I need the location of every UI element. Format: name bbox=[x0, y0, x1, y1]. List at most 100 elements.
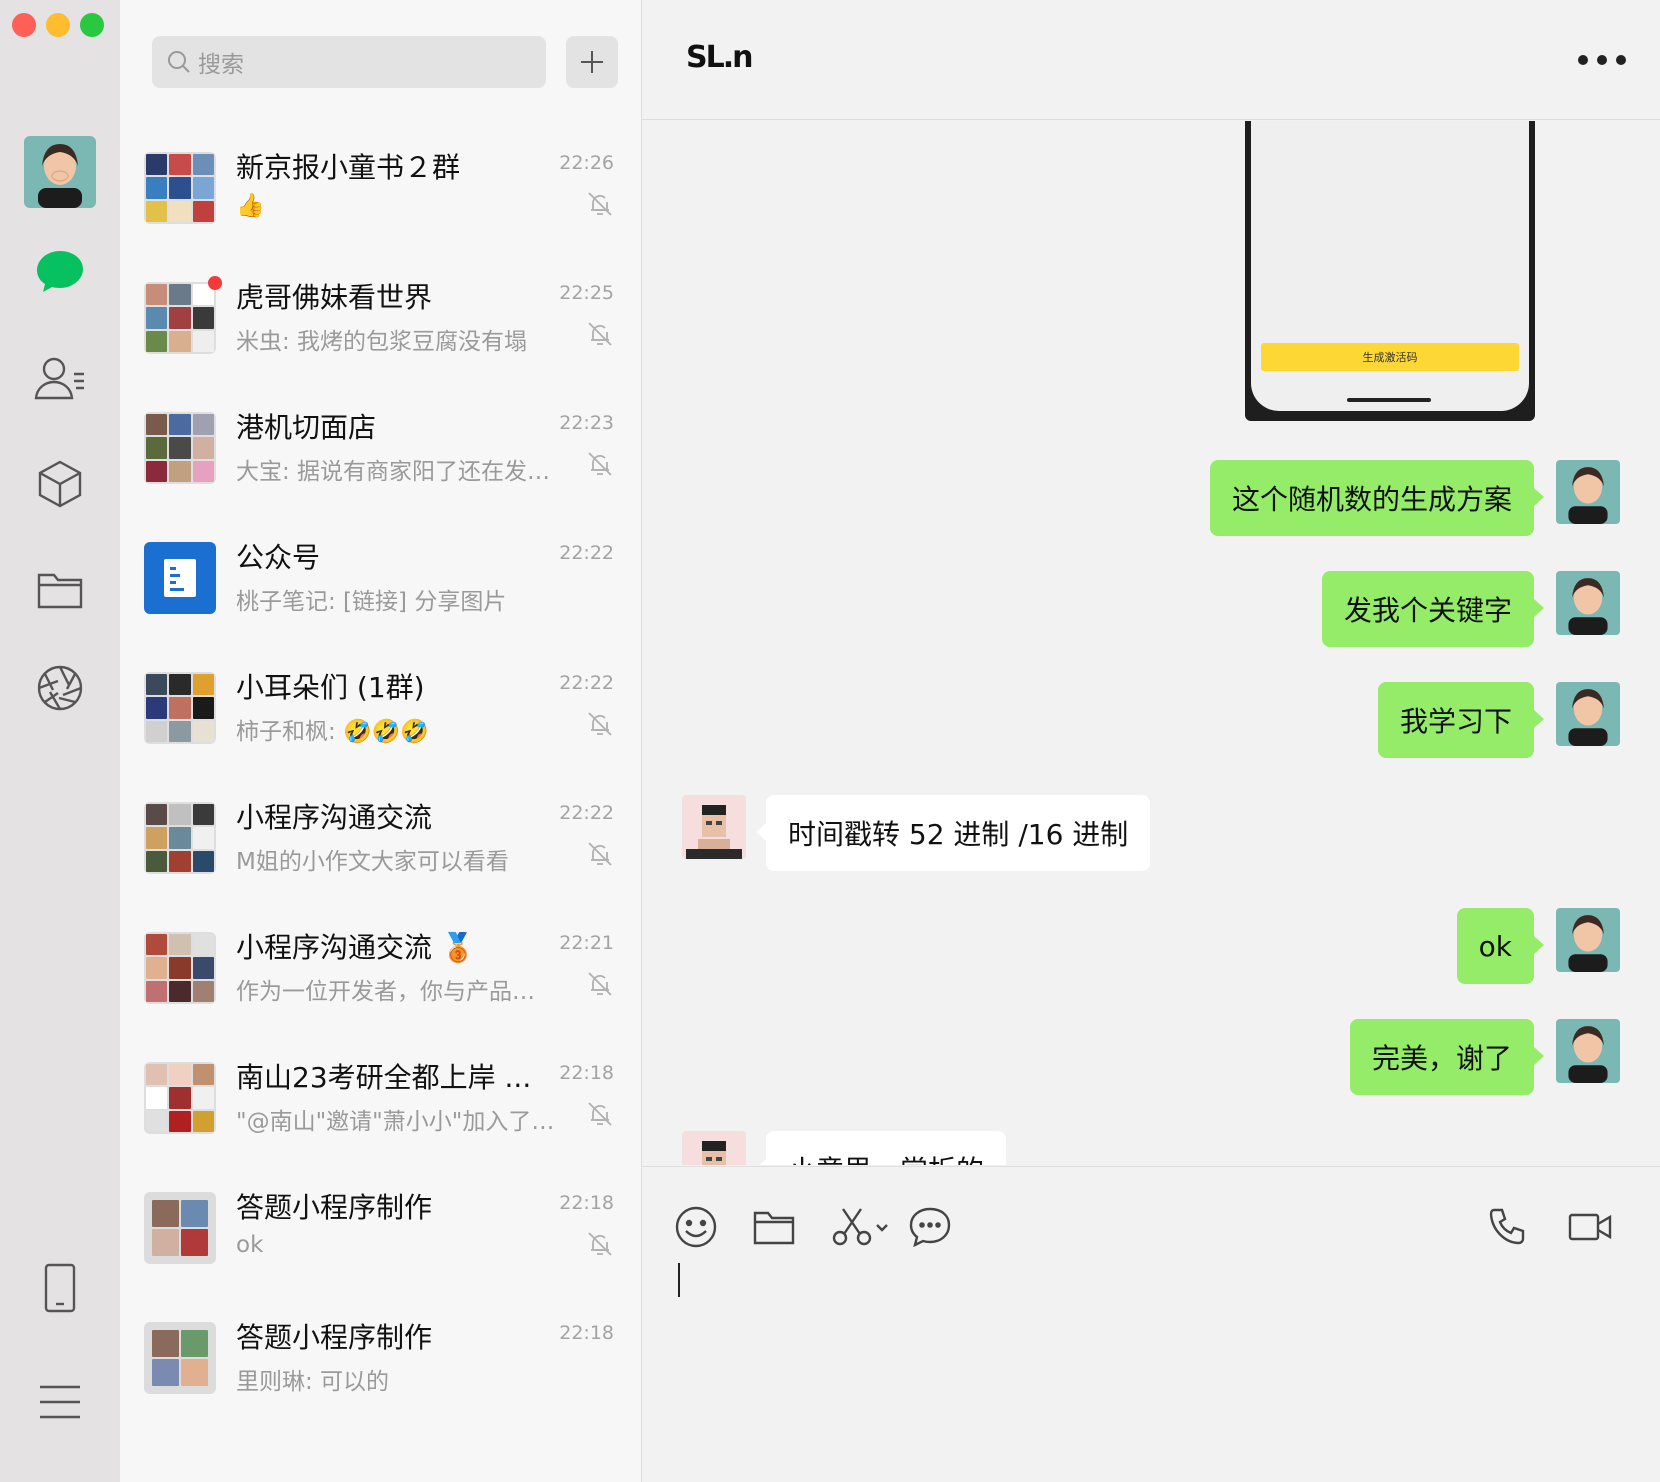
message-bubble[interactable]: 完美，谢了 bbox=[1349, 1019, 1545, 1095]
zoom-window-button[interactable] bbox=[80, 13, 104, 37]
message-row: 我学习下 bbox=[642, 682, 1660, 758]
group-avatar bbox=[144, 672, 216, 744]
chat-name: 小程序沟通交流 🥉 bbox=[236, 931, 476, 964]
close-window-button[interactable] bbox=[12, 13, 36, 37]
chat-time: 22:18 bbox=[559, 1062, 614, 1084]
chat-row[interactable]: 港机切面店 大宝: 据说有商家阳了还在发… 22:23 bbox=[120, 390, 641, 526]
chat-preview: 里则琳: 可以的 bbox=[236, 1369, 390, 1395]
phone-device-icon[interactable] bbox=[30, 1258, 90, 1318]
mute-bell-icon bbox=[588, 452, 612, 476]
chat-pane: SL.n 生成激活码 这个随机数的生成方案 发我个关键字 我学习下 时间戳转 5… bbox=[642, 0, 1660, 1482]
mute-bell-icon bbox=[588, 972, 612, 996]
menu-icon[interactable] bbox=[30, 1372, 90, 1432]
my-avatar[interactable] bbox=[24, 136, 96, 208]
screenshot-button[interactable] bbox=[830, 1203, 894, 1251]
chat-row[interactable]: 答题小程序制作 ok 22:18 bbox=[120, 1170, 641, 1306]
chat-name: 新京报小童书２群 bbox=[236, 151, 461, 184]
chat-preview: 柿子和枫: 🤣🤣🤣 bbox=[236, 719, 429, 745]
group-avatar bbox=[144, 802, 216, 874]
group-avatar bbox=[144, 1062, 216, 1134]
group-avatar bbox=[144, 1192, 216, 1264]
chat-row[interactable]: 新京报小童书２群 👍 22:26 bbox=[120, 130, 641, 266]
chat-row[interactable]: 小程序沟通交流 🥉 作为一位开发者，你与产品… 22:21 bbox=[120, 910, 641, 1046]
collections-tab-icon[interactable] bbox=[30, 454, 90, 514]
message-bubble[interactable]: 时间戳转 52 进制 /16 进制 bbox=[755, 795, 1151, 871]
unread-dot bbox=[208, 276, 222, 290]
chat-row[interactable]: 小耳朵们 (1群) 柿子和枫: 🤣🤣🤣 22:22 bbox=[120, 650, 641, 786]
message-bubble[interactable]: 这个随机数的生成方案 bbox=[1209, 460, 1545, 536]
mute-bell-icon bbox=[588, 842, 612, 866]
send-file-button[interactable] bbox=[750, 1203, 798, 1251]
text-input-caret[interactable] bbox=[678, 1263, 680, 1297]
chat-time: 22:18 bbox=[559, 1192, 614, 1214]
sender-avatar[interactable] bbox=[1556, 571, 1620, 635]
image-message[interactable]: 生成激活码 bbox=[1245, 121, 1535, 421]
sender-avatar[interactable] bbox=[682, 795, 746, 859]
voice-call-button[interactable] bbox=[1484, 1203, 1532, 1251]
chat-time: 22:25 bbox=[559, 282, 614, 304]
chat-name: 小程序沟通交流 bbox=[236, 801, 433, 834]
message-row: 小意思，常折的 bbox=[642, 1131, 1660, 1165]
message-bubble[interactable]: 我学习下 bbox=[1377, 682, 1545, 758]
minimize-window-button[interactable] bbox=[46, 13, 70, 37]
chat-row[interactable]: 公众号 桃子笔记: [链接] 分享图片 22:22 bbox=[120, 520, 641, 656]
emoji-button[interactable] bbox=[672, 1203, 720, 1251]
chat-row[interactable]: 答题小程序制作 里则琳: 可以的 22:18 bbox=[120, 1300, 641, 1436]
sender-avatar[interactable] bbox=[1556, 908, 1620, 972]
chat-row[interactable]: 虎哥佛妹看世界 米虫: 我烤的包浆豆腐没有塌 22:25 bbox=[120, 260, 641, 396]
message-bubble[interactable]: 发我个关键字 bbox=[1321, 571, 1545, 647]
message-composer bbox=[642, 1166, 1660, 1482]
chat-time: 22:22 bbox=[559, 542, 614, 564]
chat-title: SL.n bbox=[686, 40, 753, 75]
files-tab-icon[interactable] bbox=[30, 560, 90, 620]
mute-bell-icon bbox=[588, 1102, 612, 1126]
message-bubble[interactable]: ok bbox=[1456, 908, 1545, 984]
plus-icon bbox=[581, 51, 603, 73]
folder-icon bbox=[753, 1211, 795, 1245]
sender-avatar[interactable] bbox=[682, 1131, 746, 1165]
chat-row[interactable]: 小程序沟通交流 M姐的小作文大家可以看看 22:22 bbox=[120, 780, 641, 916]
group-avatar bbox=[144, 932, 216, 1004]
group-avatar bbox=[144, 1322, 216, 1394]
scissors-icon bbox=[832, 1208, 888, 1246]
chat-row[interactable]: 南山23考研全都上岸 ... "@南山"邀请"萧小小"加入了… 22:18 bbox=[120, 1040, 641, 1176]
nav-rail bbox=[0, 0, 120, 1482]
chat-name: 港机切面店 bbox=[236, 411, 377, 444]
chat-preview: M姐的小作文大家可以看看 bbox=[236, 849, 509, 875]
conversation-list: 搜索 新京报小童书２群 👍 22:26 虎哥佛妹看世界 米虫: 我烤的包浆豆腐没… bbox=[120, 0, 642, 1482]
search-input[interactable]: 搜索 bbox=[152, 36, 546, 88]
chat-bubble-icon bbox=[909, 1207, 951, 1247]
message-bubble[interactable]: 小意思，常折的 bbox=[755, 1131, 1007, 1165]
chat-name: 答题小程序制作 bbox=[236, 1191, 433, 1224]
sender-avatar[interactable] bbox=[1556, 460, 1620, 524]
chat-time: 22:22 bbox=[559, 672, 614, 694]
add-button[interactable] bbox=[566, 36, 618, 88]
chat-preview: "@南山"邀请"萧小小"加入了… bbox=[236, 1109, 555, 1135]
group-avatar bbox=[144, 152, 216, 224]
chat-time: 22:18 bbox=[559, 1322, 614, 1344]
contacts-tab-icon[interactable] bbox=[30, 348, 90, 408]
more-options-button[interactable] bbox=[1578, 48, 1626, 72]
moments-tab-icon[interactable] bbox=[30, 658, 90, 718]
sender-avatar[interactable] bbox=[1556, 1019, 1620, 1083]
message-row: 时间戳转 52 进制 /16 进制 bbox=[642, 795, 1660, 871]
chat-preview: 桃子笔记: [链接] 分享图片 bbox=[236, 589, 507, 615]
chat-name: 答题小程序制作 bbox=[236, 1321, 433, 1354]
chat-name: 虎哥佛妹看世界 bbox=[236, 281, 433, 314]
home-indicator bbox=[1347, 398, 1431, 402]
message-row: ok bbox=[642, 908, 1660, 984]
emoji-icon bbox=[675, 1206, 717, 1248]
message-row: 这个随机数的生成方案 bbox=[642, 460, 1660, 536]
chat-time: 22:21 bbox=[559, 932, 614, 954]
sender-avatar[interactable] bbox=[1556, 682, 1620, 746]
message-row: 完美，谢了 bbox=[642, 1019, 1660, 1095]
search-placeholder: 搜索 bbox=[198, 52, 244, 78]
chat-name: 小耳朵们 (1群) bbox=[236, 671, 425, 704]
video-call-button[interactable] bbox=[1562, 1203, 1618, 1251]
chat-time: 22:23 bbox=[559, 412, 614, 434]
chats-tab-icon[interactable] bbox=[30, 242, 90, 302]
chat-header: SL.n bbox=[642, 0, 1660, 120]
chat-time: 22:26 bbox=[559, 152, 614, 174]
mute-bell-icon bbox=[588, 192, 612, 216]
chat-history-button[interactable] bbox=[906, 1203, 954, 1251]
